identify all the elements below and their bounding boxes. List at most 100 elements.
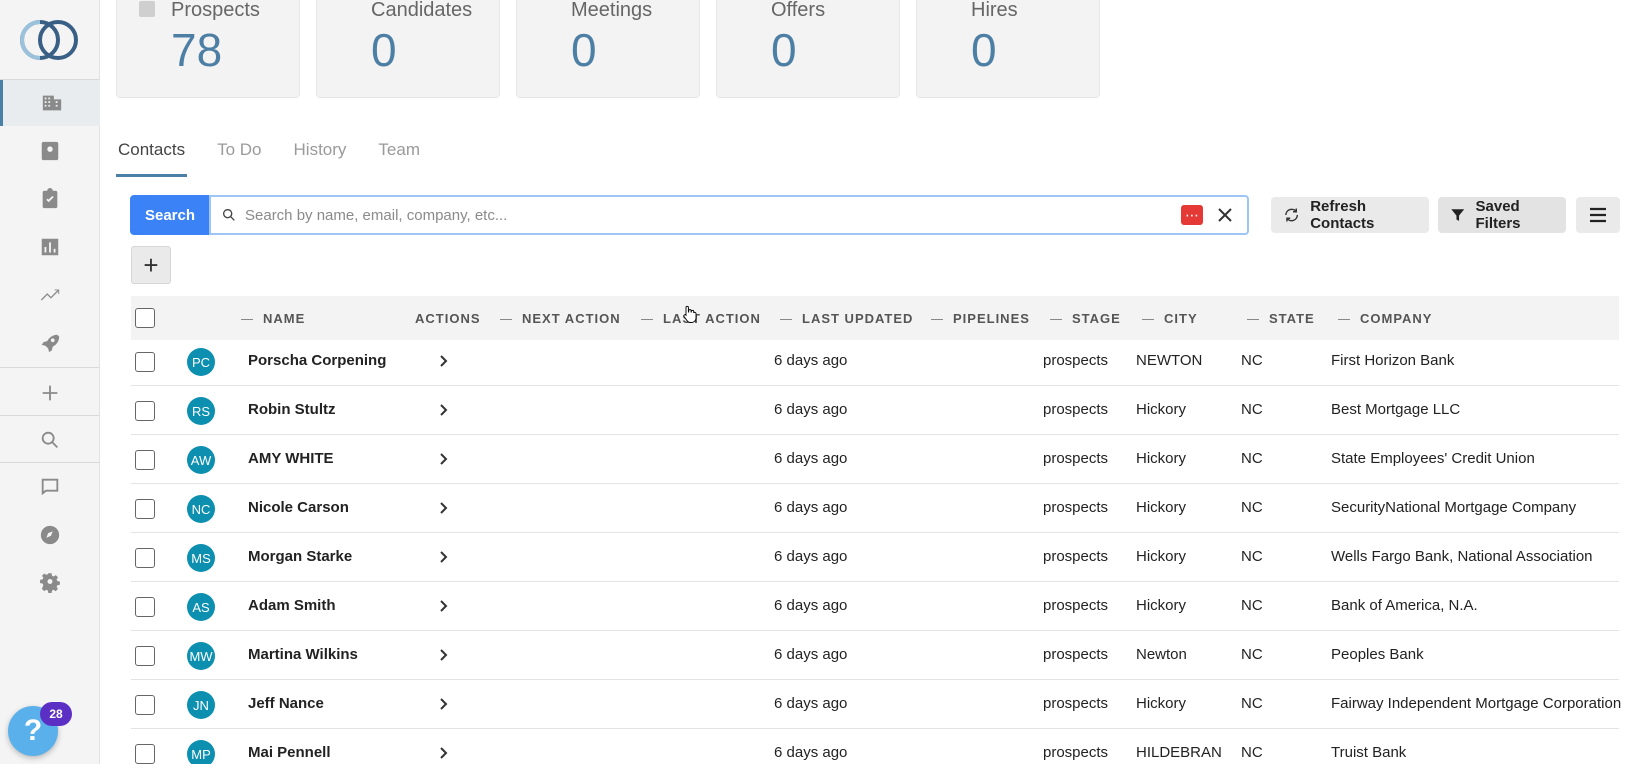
contact-name[interactable]: Robin Stultz <box>248 401 335 418</box>
table-row[interactable]: MP Mai Pennell 6 days ago prospects HILD… <box>131 729 1619 764</box>
tab-contacts[interactable]: Contacts <box>116 136 188 177</box>
last-updated: 6 days ago <box>774 695 848 712</box>
sidebar-item-reports[interactable] <box>0 224 100 270</box>
column-header-city[interactable]: CITY <box>1142 311 1198 326</box>
avatar: PC <box>187 348 215 376</box>
sidebar-item-settings[interactable] <box>0 560 100 606</box>
stat-card-offers[interactable]: Offers 0 <box>716 0 900 98</box>
sidebar-item-contacts[interactable] <box>0 128 100 174</box>
row-checkbox[interactable] <box>135 548 155 568</box>
chevron-right-icon[interactable] <box>437 550 451 564</box>
column-header-name[interactable]: NAME <box>241 311 305 326</box>
row-checkbox[interactable] <box>135 450 155 470</box>
refresh-contacts-button[interactable]: Refresh Contacts <box>1271 197 1429 233</box>
help-label: ? <box>23 714 43 747</box>
column-header-last-action[interactable]: LAST ACTION <box>641 311 761 326</box>
tab-bar: Contacts To Do History Team <box>116 136 450 177</box>
chevron-right-icon[interactable] <box>437 452 451 466</box>
tab-to-do[interactable]: To Do <box>215 136 263 177</box>
column-header-last-updated[interactable]: LAST UPDATED <box>780 311 913 326</box>
contact-name[interactable]: Jeff Nance <box>248 695 324 712</box>
row-checkbox[interactable] <box>135 744 155 764</box>
stat-card-prospects[interactable]: Prospects 78 <box>116 0 300 98</box>
table-row[interactable]: RS Robin Stultz 6 days ago prospects Hic… <box>131 386 1619 435</box>
avatar: MW <box>187 642 215 670</box>
stage: prospects <box>1043 450 1109 467</box>
filter-icon <box>1451 209 1465 221</box>
logo-icon[interactable] <box>18 18 80 62</box>
more-options-icon[interactable]: ⋯ <box>1181 205 1203 225</box>
row-checkbox[interactable] <box>135 401 155 421</box>
contact-name[interactable]: Morgan Starke <box>248 548 352 565</box>
city: Hickory <box>1136 548 1187 565</box>
sidebar-item-tasks[interactable] <box>0 176 100 222</box>
chevron-right-icon[interactable] <box>437 648 451 662</box>
column-header-state[interactable]: STATE <box>1247 311 1315 326</box>
chevron-right-icon[interactable] <box>437 746 451 760</box>
chevron-right-icon[interactable] <box>437 403 451 417</box>
row-checkbox[interactable] <box>135 597 155 617</box>
contact-name[interactable]: Martina Wilkins <box>248 646 358 663</box>
contact-card-icon <box>41 141 59 161</box>
column-header-label: STAGE <box>1072 311 1121 326</box>
row-checkbox[interactable] <box>135 499 155 519</box>
table-row[interactable]: AS Adam Smith 6 days ago prospects Hicko… <box>131 582 1619 631</box>
last-updated: 6 days ago <box>774 744 848 761</box>
row-checkbox[interactable] <box>135 646 155 666</box>
sidebar-item-launch[interactable] <box>0 320 100 366</box>
search-input[interactable] <box>245 206 1181 224</box>
table-row[interactable]: MS Morgan Starke 6 days ago prospects Hi… <box>131 533 1619 582</box>
sidebar-item-messages[interactable] <box>0 464 100 510</box>
contact-name[interactable]: Adam Smith <box>248 597 336 614</box>
sidebar-item-search[interactable] <box>0 417 100 463</box>
state: NC <box>1241 646 1263 663</box>
contact-name[interactable]: Mai Pennell <box>248 744 331 761</box>
stat-card-hires[interactable]: Hires 0 <box>916 0 1100 98</box>
search-icon <box>41 431 58 448</box>
chevron-right-icon[interactable] <box>437 354 451 368</box>
column-header-actions: ACTIONS <box>415 311 481 326</box>
column-header-next-action[interactable]: NEXT ACTION <box>500 311 621 326</box>
sidebar-item-analytics[interactable] <box>0 272 100 318</box>
column-header-label: LAST UPDATED <box>802 311 914 326</box>
row-checkbox[interactable] <box>135 352 155 372</box>
stage: prospects <box>1043 597 1109 614</box>
table-row[interactable]: MW Martina Wilkins 6 days ago prospects … <box>131 631 1619 680</box>
tab-team[interactable]: Team <box>376 136 422 177</box>
stat-label: Offers <box>771 0 826 21</box>
chevron-right-icon[interactable] <box>437 501 451 515</box>
chevron-right-icon[interactable] <box>437 697 451 711</box>
search-button[interactable]: Search <box>130 195 210 235</box>
table-row[interactable]: PC Porscha Corpening 6 days ago prospect… <box>131 337 1619 386</box>
sidebar-item-companies[interactable] <box>0 80 100 126</box>
add-contact-button[interactable]: + <box>131 246 171 284</box>
company: SecurityNational Mortgage Company <box>1331 499 1577 516</box>
table-row[interactable]: AW AMY WHITE 6 days ago prospects Hickor… <box>131 435 1619 484</box>
last-updated: 6 days ago <box>774 450 848 467</box>
city: NEWTON <box>1136 352 1203 369</box>
column-header-company[interactable]: COMPANY <box>1338 311 1432 326</box>
table-row[interactable]: JN Jeff Nance 6 days ago prospects Hicko… <box>131 680 1621 729</box>
column-header-pipelines[interactable]: PIPELINES <box>931 311 1030 326</box>
table-row[interactable]: NC Nicole Carson 6 days ago prospects Hi… <box>131 484 1619 533</box>
clipboard-check-icon <box>42 188 58 209</box>
contact-name[interactable]: Nicole Carson <box>248 499 349 516</box>
select-all-checkbox[interactable] <box>135 308 155 328</box>
saved-filters-button[interactable]: Saved Filters <box>1438 197 1566 233</box>
column-header-stage[interactable]: STAGE <box>1050 311 1121 326</box>
chevron-right-icon[interactable] <box>437 599 451 613</box>
sidebar-item-add[interactable] <box>0 370 100 416</box>
stat-value: 0 <box>771 24 797 76</box>
column-header-label: STATE <box>1269 311 1315 326</box>
row-checkbox[interactable] <box>135 695 155 715</box>
stat-card-meetings[interactable]: Meetings 0 <box>516 0 700 98</box>
sidebar-divider <box>0 415 100 416</box>
close-icon[interactable] <box>1215 205 1235 225</box>
contact-name[interactable]: Porscha Corpening <box>248 352 386 369</box>
menu-button[interactable] <box>1576 197 1620 233</box>
contact-name[interactable]: AMY WHITE <box>248 450 334 467</box>
stat-card-candidates[interactable]: Candidates 0 <box>316 0 500 98</box>
tab-history[interactable]: History <box>292 136 349 177</box>
column-header-label: PIPELINES <box>953 311 1030 326</box>
sidebar-item-explore[interactable] <box>0 512 100 558</box>
